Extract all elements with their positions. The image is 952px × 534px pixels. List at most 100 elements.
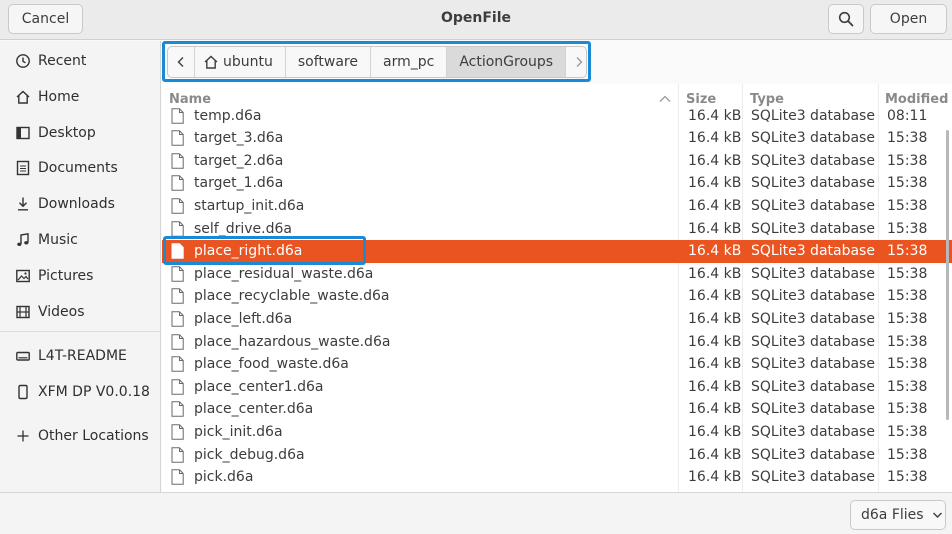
file-name: place_center.d6a — [194, 401, 314, 418]
file-type: SQLite3 database — [751, 446, 875, 463]
file-row[interactable]: place_residual_waste.d6a 16.4 kB SQLite3 d… — [162, 263, 952, 286]
file-type: SQLite3 database — [751, 197, 875, 214]
file-row[interactable]: place_food_waste.d6a 16.4 kB SQLite3 datab… — [162, 353, 952, 376]
file-row[interactable]: pick_debug.d6a 16.4 kB SQLite3 database 15:… — [162, 444, 952, 467]
file-name: place_right.d6a — [194, 243, 303, 260]
file-size: 16.4 kB — [688, 288, 742, 305]
file-type: SQLite3 database — [751, 152, 875, 169]
path-crumb-label: software — [297, 54, 358, 70]
file-icon — [171, 333, 184, 350]
file-size: 16.4 kB — [688, 401, 742, 418]
file-row[interactable]: pick_init.d6a 16.4 kB SQLite3 database 15:3… — [162, 421, 952, 444]
phone-icon — [14, 383, 32, 401]
sidebar-item-downloads[interactable]: Downloads — [0, 189, 160, 219]
file-row[interactable]: place_center.d6a 16.4 kB SQLite3 database 1… — [162, 398, 952, 421]
sidebar-item-label: Pictures — [38, 268, 94, 284]
file-modified: 08:11 — [887, 107, 928, 124]
path-crumb-software[interactable]: software — [286, 47, 371, 77]
scrollbar[interactable] — [946, 130, 949, 420]
path-crumb-label: ActionGroups — [459, 54, 554, 70]
file-type: SQLite3 database — [751, 243, 875, 260]
sidebar-item-music[interactable]: Music — [0, 225, 160, 255]
search-button[interactable] — [828, 4, 864, 34]
sidebar-item-videos[interactable]: Videos — [0, 297, 160, 327]
file-row[interactable]: temp.d6a 16.4 kB SQLite3 database 08:11 — [162, 105, 952, 128]
file-row[interactable]: startup_init.d6a 16.4 kB SQLite3 database 1… — [162, 195, 952, 218]
sidebar-item-label: Music — [38, 232, 78, 248]
path-crumb-label: arm_pc — [383, 54, 435, 70]
file-icon — [171, 198, 184, 214]
path-crumb-label: ubuntu — [223, 54, 273, 70]
file-list: Name Size Type Modified temp.d6a 16.4 kB S… — [162, 84, 952, 492]
sidebar-item-label: Downloads — [38, 196, 115, 212]
file-icon — [171, 401, 184, 417]
file-size: 16.4 kB — [688, 333, 742, 350]
file-type: SQLite3 database — [751, 423, 875, 440]
file-row[interactable]: place_hazardous_waste.d6a 16.4 kB SQLite3 … — [162, 331, 952, 354]
sidebar-item-xfm-dp[interactable]: XFM DP V0.0.18 — [0, 377, 160, 407]
file-name: target_2.d6a — [194, 152, 284, 169]
file-name: startup_init.d6a — [194, 197, 305, 214]
sidebar-item-label: Desktop — [38, 125, 96, 141]
path-crumb-actiongroups[interactable]: ActionGroups — [447, 47, 567, 77]
sidebar-item-label: L4T-README — [38, 348, 127, 364]
file-row[interactable]: target_2.d6a 16.4 kB SQLite3 database 15:38 — [162, 150, 952, 173]
sidebar-item-documents[interactable]: Documents — [0, 153, 160, 183]
sidebar-item-recent[interactable]: Recent — [0, 46, 160, 76]
file-type: SQLite3 database — [751, 175, 875, 192]
file-size: 16.4 kB — [688, 152, 742, 169]
sidebar-item-other-locations[interactable]: Other Locations — [0, 421, 160, 451]
file-icon — [171, 243, 184, 259]
sidebar-item-l4t-readme[interactable]: L4T-README — [0, 341, 160, 371]
file-icon — [171, 311, 184, 327]
file-type: SQLite3 database — [751, 401, 875, 418]
home-icon — [204, 55, 218, 69]
file-icon — [171, 152, 184, 169]
file-size: 16.4 kB — [688, 197, 742, 214]
plus-icon — [14, 427, 32, 445]
file-name: self_drive.d6a — [194, 220, 292, 237]
path-crumb-arm-pc[interactable]: arm_pc — [371, 47, 448, 77]
file-name: place_food_waste.d6a — [194, 356, 349, 373]
sidebar-item-home[interactable]: Home — [0, 82, 160, 112]
header-bar: Cancel OpenFile Open — [0, 0, 952, 40]
file-row[interactable]: place_right.d6a 16.4 kB SQLite3 database 15… — [162, 240, 952, 263]
file-modified: 15:38 — [887, 333, 928, 350]
file-modified: 15:38 — [887, 469, 928, 486]
file-name: place_left.d6a — [194, 310, 293, 327]
sidebar-item-label: Home — [38, 89, 80, 105]
file-row[interactable]: place_recyclable_waste.d6a 16.4 kB SQLite3… — [162, 285, 952, 308]
music-icon — [14, 231, 32, 249]
file-icon — [171, 220, 184, 237]
file-modified: 15:38 — [887, 152, 928, 169]
file-size: 16.4 kB — [688, 469, 742, 486]
file-row[interactable]: pick.d6a 16.4 kB SQLite3 database 15:38 — [162, 466, 952, 489]
footer-bar: d6a Flies — [0, 492, 952, 534]
file-icon — [171, 378, 184, 395]
file-type: SQLite3 database — [751, 356, 875, 373]
file-type-filter[interactable]: d6a Flies — [850, 500, 946, 530]
file-icon — [171, 175, 184, 191]
path-bar: ubuntu software arm_pc ActionGroups — [167, 46, 587, 78]
path-forward-button[interactable] — [566, 47, 586, 77]
file-row[interactable]: place_left.d6a 16.4 kB SQLite3 database 15:… — [162, 308, 952, 331]
sidebar-item-pictures[interactable]: Pictures — [0, 261, 160, 291]
cancel-button[interactable]: Cancel — [8, 4, 83, 34]
file-modified: 15:38 — [887, 265, 928, 282]
video-icon — [14, 303, 32, 321]
file-row[interactable]: place_center1.d6a 16.4 kB SQLite3 database… — [162, 376, 952, 399]
file-name: pick.d6a — [194, 469, 254, 486]
file-row[interactable]: target_3.d6a 16.4 kB SQLite3 database 15:38 — [162, 127, 952, 150]
document-icon — [14, 159, 32, 177]
path-back-button[interactable] — [168, 47, 195, 77]
sort-ascending-icon — [659, 95, 671, 102]
file-type: SQLite3 database — [751, 107, 875, 124]
path-crumb-ubuntu[interactable]: ubuntu — [195, 47, 286, 77]
file-row[interactable]: target_1.d6a 16.4 kB SQLite3 database 15:38 — [162, 172, 952, 195]
file-row[interactable]: self_drive.d6a 16.4 kB SQLite3 database 15:… — [162, 218, 952, 241]
sidebar-item-desktop[interactable]: Desktop — [0, 118, 160, 148]
open-button[interactable]: Open — [870, 4, 947, 34]
file-icon — [171, 265, 184, 282]
file-size: 16.4 kB — [688, 130, 742, 147]
file-size: 16.4 kB — [688, 175, 742, 192]
